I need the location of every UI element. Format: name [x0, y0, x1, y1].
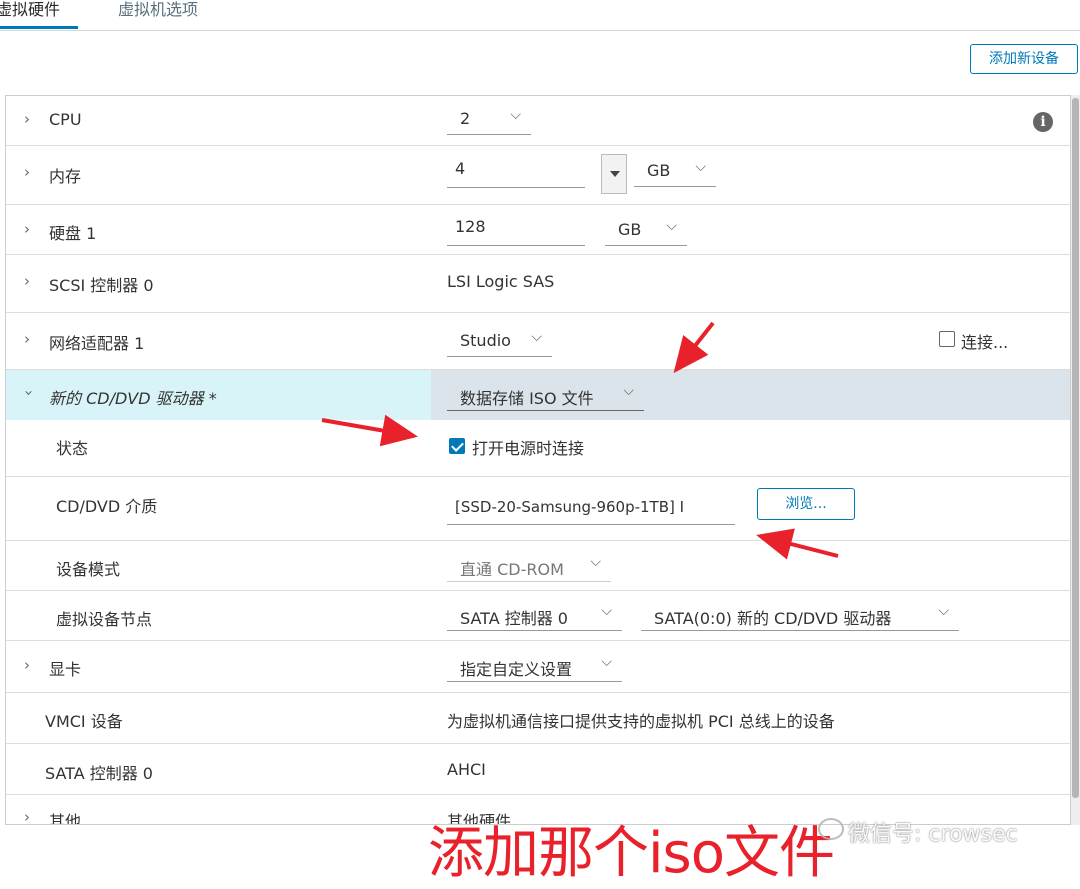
chevron-right-icon[interactable]: › — [24, 110, 30, 128]
memory-unit-select[interactable]: GB ⌵ — [634, 157, 716, 187]
chevron-down-icon: ⌵ — [695, 159, 706, 175]
cd-dvd-label: 新的 CD/DVD 驱动器 * — [49, 389, 217, 408]
row-scsi-controller: › SCSI 控制器 0 LSI Logic SAS — [6, 255, 1070, 313]
cd-dvd-type-select[interactable]: 数据存储 ISO 文件 ⌵ — [447, 381, 644, 411]
chevron-down-icon[interactable]: › — [20, 390, 38, 396]
chevron-right-icon[interactable]: › — [24, 163, 30, 181]
video-value: 指定自定义设置 — [460, 660, 573, 679]
watermark: 微信号: crowsec — [848, 822, 1018, 847]
media-path-value: [SSD-20-Samsung-960p-1TB] I — [455, 498, 685, 516]
memory-stepper[interactable] — [601, 154, 627, 194]
memory-input[interactable]: 4 — [447, 156, 585, 188]
chevron-right-icon[interactable]: › — [24, 656, 30, 674]
chevron-down-icon: ⌵ — [510, 107, 521, 123]
device-node-value: SATA(0:0) 新的 CD/DVD 驱动器 — [654, 609, 892, 628]
device-node-label: 虚拟设备节点 — [56, 610, 153, 629]
row-video-card: › 显卡 指定自定义设置 ⌵ — [6, 641, 1070, 693]
media-path-input[interactable]: [SSD-20-Samsung-960p-1TB] I — [447, 493, 735, 525]
chevron-down-icon: ⌵ — [623, 383, 634, 399]
info-icon[interactable]: i — [1033, 112, 1053, 132]
vmci-label: VMCI 设备 — [45, 712, 123, 731]
chevron-down-icon: ⌵ — [590, 554, 601, 570]
disk-label: 硬盘 1 — [49, 224, 97, 243]
cpu-select[interactable]: 2 ⌵ — [447, 105, 531, 135]
cpu-label: CPU — [49, 110, 82, 129]
disk-unit-select[interactable]: GB ⌵ — [605, 216, 687, 246]
status-label: 状态 — [56, 439, 89, 458]
device-node-select[interactable]: SATA(0:0) 新的 CD/DVD 驱动器 ⌵ — [641, 601, 959, 631]
connect-at-power-on-checkbox[interactable] — [449, 438, 465, 454]
disk-unit: GB — [618, 220, 642, 239]
row-cd-media: CD/DVD 介质 [SSD-20-Samsung-960p-1TB] I 浏览… — [6, 477, 1070, 541]
row-device-mode: 设备模式 直通 CD-ROM ⌵ — [6, 541, 1070, 591]
chevron-right-icon[interactable]: › — [24, 808, 30, 824]
cd-dvd-type-value: 数据存储 ISO 文件 — [460, 389, 594, 408]
row-vmci-device: VMCI 设备 为虚拟机通信接口提供支持的虚拟机 PCI 总线上的设备 — [6, 693, 1070, 744]
other-label: 其他 — [49, 812, 82, 825]
tab-vm-options[interactable]: 虚拟机选项 — [118, 0, 198, 29]
tab-bar: 虚拟硬件 虚拟机选项 — [0, 0, 1080, 31]
device-mode-select[interactable]: 直通 CD-ROM ⌵ — [447, 552, 611, 582]
row-sata-controller: SATA 控制器 0 AHCI — [6, 744, 1070, 795]
row-memory: › 内存 4 GB ⌵ — [6, 146, 1070, 205]
hardware-list: › CPU 2 ⌵ i › 内存 4 GB ⌵ › 硬盘 1 128 GB ⌵ — [5, 95, 1071, 825]
disk-value: 128 — [455, 217, 486, 236]
chevron-right-icon[interactable]: › — [24, 220, 30, 238]
chevron-down-icon: ⌵ — [601, 654, 612, 670]
device-mode-label: 设备模式 — [56, 560, 121, 579]
media-label: CD/DVD 介质 — [56, 497, 158, 516]
row-cpu: › CPU 2 ⌵ i — [6, 96, 1070, 146]
network-connect-label: 连接... — [961, 333, 1009, 352]
browse-button[interactable]: 浏览... — [757, 488, 855, 520]
wechat-icon — [818, 818, 844, 840]
row-cd-status: 状态 打开电源时连接 — [6, 420, 1070, 477]
chevron-right-icon[interactable]: › — [24, 330, 30, 348]
add-new-device-button[interactable]: 添加新设备 — [970, 44, 1078, 74]
chevron-down-icon: ⌵ — [666, 218, 677, 234]
controller-value: SATA 控制器 0 — [460, 609, 568, 628]
memory-label: 内存 — [49, 167, 82, 186]
row-virtual-device-node: 虚拟设备节点 SATA 控制器 0 ⌵ SATA(0:0) 新的 CD/DVD … — [6, 591, 1070, 641]
video-label: 显卡 — [49, 660, 82, 679]
triangle-down-icon — [610, 171, 620, 177]
chevron-down-icon: ⌵ — [531, 329, 542, 345]
network-connect-checkbox[interactable] — [939, 331, 955, 347]
network-select[interactable]: Studio ⌵ — [447, 327, 552, 357]
row-hard-disk: › 硬盘 1 128 GB ⌵ — [6, 205, 1070, 255]
vmci-value: 为虚拟机通信接口提供支持的虚拟机 PCI 总线上的设备 — [447, 712, 835, 731]
row-cd-dvd-drive: › 新的 CD/DVD 驱动器 * 数据存储 ISO 文件 ⌵ — [6, 370, 1070, 420]
scrollbar-thumb[interactable] — [1072, 98, 1079, 798]
cpu-value: 2 — [460, 109, 471, 128]
connect-at-power-on-label: 打开电源时连接 — [472, 439, 585, 458]
chevron-down-icon: ⌵ — [938, 603, 949, 619]
device-mode-value: 直通 CD-ROM — [460, 560, 564, 579]
scsi-value: LSI Logic SAS — [447, 272, 555, 291]
memory-unit: GB — [647, 161, 671, 180]
scsi-label: SCSI 控制器 0 — [49, 276, 154, 295]
disk-size-input[interactable]: 128 — [447, 214, 585, 246]
row-network-adapter: › 网络适配器 1 Studio ⌵ 连接... — [6, 313, 1070, 370]
network-value: Studio — [460, 331, 511, 350]
video-select[interactable]: 指定自定义设置 ⌵ — [447, 652, 622, 682]
sata-value: AHCI — [447, 760, 486, 779]
sata-label: SATA 控制器 0 — [45, 764, 153, 783]
tab-virtual-hardware[interactable]: 虚拟硬件 — [0, 0, 78, 29]
controller-select[interactable]: SATA 控制器 0 ⌵ — [447, 601, 622, 631]
chevron-right-icon[interactable]: › — [24, 272, 30, 290]
chevron-down-icon: ⌵ — [601, 603, 612, 619]
network-label: 网络适配器 1 — [49, 334, 145, 353]
memory-value: 4 — [455, 159, 466, 178]
annotation-caption: 添加那个iso文件 — [428, 821, 835, 886]
